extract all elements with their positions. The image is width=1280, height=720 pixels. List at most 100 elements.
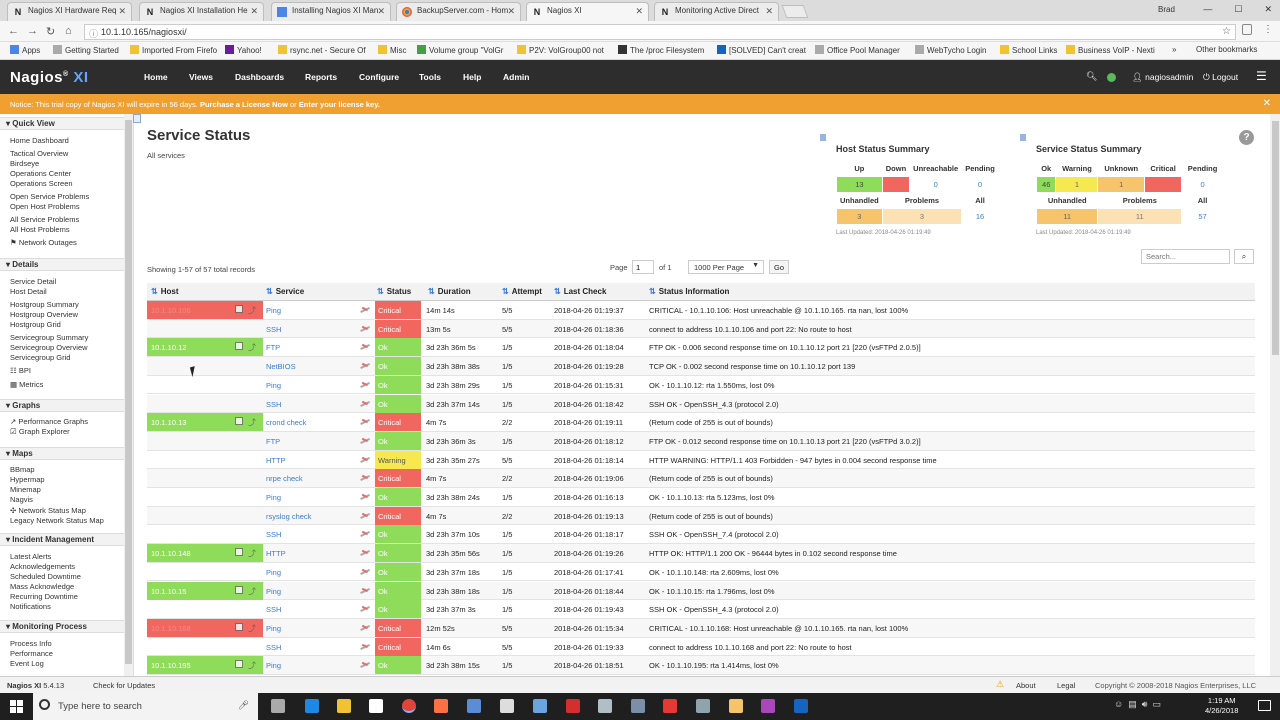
column-header-attempt[interactable]: ⇅ Attempt — [502, 287, 542, 296]
close-window-icon[interactable]: ✕ — [1264, 4, 1272, 14]
host-graph-icon[interactable]: ⤴ — [248, 342, 256, 352]
sidebar-item-hostgroup-overview[interactable]: Hostgroup Overview — [10, 310, 78, 319]
host-down-count[interactable]: 3 — [881, 176, 911, 193]
sidebar-section-quick-view[interactable]: Quick View — [0, 117, 124, 130]
host-cell[interactable]: 10.1.10.12 ⤴ — [147, 338, 263, 357]
host-cell[interactable]: 10.1.10.148 ⤴ — [147, 544, 263, 563]
service-link[interactable]: SSH — [266, 638, 374, 656]
app-icon[interactable] — [598, 699, 612, 713]
sidebar-item-home-dashboard[interactable]: Home Dashboard — [10, 136, 69, 145]
outlook-icon[interactable] — [794, 699, 808, 713]
logout-link[interactable]: ⏻ Logout — [1203, 72, 1238, 83]
sidebar-scroll-thumb[interactable] — [125, 120, 132, 664]
service-link[interactable]: SSH — [266, 525, 374, 543]
performance-graph-icon[interactable] — [360, 549, 370, 557]
sidebar-item-acknowledgements[interactable]: Acknowledgements — [10, 562, 75, 571]
service-link[interactable]: crond check — [266, 413, 374, 431]
host-graph-icon[interactable]: ⤴ — [248, 548, 256, 558]
performance-graph-icon[interactable] — [360, 325, 370, 333]
app-icon[interactable] — [467, 699, 481, 713]
svc-unhandled-count[interactable]: 11 — [1035, 208, 1099, 225]
browser-tab[interactable]: N Nagios XI Hardware Req ✕ — [7, 2, 132, 21]
host-unreachable-count[interactable]: 0 — [909, 176, 963, 193]
service-link[interactable]: Ping — [266, 656, 374, 674]
host-name[interactable]: 10.1.10.12 — [151, 343, 186, 352]
chrome-icon[interactable] — [402, 699, 416, 713]
sidebar-item-graph-explorer[interactable]: ☑ Graph Explorer — [10, 427, 70, 436]
host-name[interactable]: 10.1.10.13 — [151, 418, 186, 427]
sidebar-item-nagvis[interactable]: Nagvis — [10, 495, 33, 504]
host-detail-icon[interactable] — [235, 660, 243, 669]
service-link[interactable]: rsyslog check — [266, 507, 374, 525]
browser-tab[interactable]: N Monitoring Active Direct ✕ — [654, 2, 779, 21]
host-detail-icon[interactable] — [235, 548, 243, 557]
app-icon[interactable] — [533, 699, 547, 713]
bookmark-item[interactable]: Apps — [10, 45, 40, 55]
sort-icon[interactable]: ⇅ — [554, 287, 561, 296]
host-name[interactable]: 10.1.10.168 — [151, 624, 191, 633]
pdf-reader-icon[interactable] — [566, 699, 580, 713]
windows-start-icon[interactable] — [10, 700, 23, 713]
performance-graph-icon[interactable] — [360, 306, 370, 314]
sidebar-item-legacy-network-status-map[interactable]: Legacy Network Status Map — [10, 516, 104, 525]
host-up-count[interactable]: 13 — [836, 176, 883, 193]
app-icon[interactable] — [696, 699, 710, 713]
sidebar-section-details[interactable]: Details — [0, 258, 124, 271]
column-header-last-check[interactable]: ⇅ Last Check — [554, 287, 606, 296]
sidebar-item-latest-alerts[interactable]: Latest Alerts — [10, 552, 51, 561]
action-center-icon[interactable] — [1258, 700, 1271, 711]
performance-graph-icon[interactable] — [360, 474, 370, 482]
host-problems-count[interactable]: 3 — [881, 208, 963, 225]
nav-dashboards[interactable]: Dashboards — [235, 72, 284, 82]
back-icon[interactable]: ← — [8, 25, 19, 37]
browser-menu-icon[interactable]: ⋮ — [1263, 24, 1273, 35]
column-header-status[interactable]: ⇅ Status — [377, 287, 411, 296]
purchase-license-link[interactable]: Purchase a License Now — [200, 100, 288, 109]
sidebar-item-performance[interactable]: Performance — [10, 649, 53, 658]
host-cell[interactable]: 10.1.10.168 ⤴ — [147, 618, 263, 637]
sort-icon[interactable]: ⇅ — [266, 287, 273, 296]
bookmark-item[interactable]: Office Pool Manager — [815, 45, 900, 55]
svc-pending-count[interactable]: 0 — [1181, 176, 1224, 193]
performance-graph-icon[interactable] — [360, 437, 370, 445]
bookmark-item[interactable]: WebTycho Login — [915, 45, 986, 55]
close-tab-icon[interactable]: ✕ — [635, 6, 643, 17]
app-icon[interactable] — [761, 699, 775, 713]
sidebar-item-minemap[interactable]: Minemap — [10, 485, 41, 494]
sidebar-item-service-detail[interactable]: Service Detail — [10, 277, 56, 286]
sidebar-item-all-host-problems[interactable]: All Host Problems — [10, 225, 70, 234]
host-cell[interactable]: 10.1.10.106 ⤴ — [147, 301, 263, 319]
sidebar-item-operations-screen[interactable]: Operations Screen — [10, 179, 73, 188]
performance-graph-icon[interactable] — [360, 605, 370, 613]
file-explorer-icon[interactable] — [337, 699, 351, 713]
service-link[interactable]: Ping — [266, 563, 374, 581]
service-link[interactable]: SSH — [266, 600, 374, 618]
service-link[interactable]: Ping — [266, 582, 374, 600]
reload-icon[interactable]: ↻ — [46, 25, 55, 38]
app-icon[interactable] — [729, 699, 743, 713]
more-bookmarks-button[interactable]: » — [1172, 45, 1176, 54]
sidebar-item-all-service-problems[interactable]: All Service Problems — [10, 215, 79, 224]
close-tab-icon[interactable]: ✕ — [250, 6, 258, 17]
sort-icon[interactable]: ⇅ — [151, 287, 158, 296]
close-tab-icon[interactable]: ✕ — [118, 6, 126, 17]
sidebar-item-metrics[interactable]: ▦ Metrics — [10, 380, 43, 389]
microphone-icon[interactable]: 🎤︎ — [238, 700, 249, 711]
svc-unknown-count[interactable]: 1 — [1097, 176, 1146, 193]
host-name[interactable]: 10.1.10.15 — [151, 587, 186, 596]
system-status-icon[interactable] — [1107, 73, 1116, 82]
service-link[interactable]: HTTP — [266, 544, 374, 562]
host-graph-icon[interactable]: ⤴ — [248, 417, 256, 427]
sidebar-item-recurring-downtime[interactable]: Recurring Downtime — [10, 592, 78, 601]
close-notice-icon[interactable]: ✕ — [1263, 98, 1271, 109]
host-detail-icon[interactable] — [235, 585, 243, 594]
home-icon[interactable]: ⌂ — [65, 25, 72, 37]
host-unhandled-count[interactable]: 3 — [836, 208, 883, 225]
nav-admin[interactable]: Admin — [503, 72, 529, 82]
sort-icon[interactable]: ⇅ — [649, 287, 656, 296]
bookmark-item[interactable]: Imported From Firefo — [130, 45, 217, 55]
sidebar-section-graphs[interactable]: Graphs — [0, 399, 124, 412]
hamburger-icon[interactable]: ☰ — [1256, 69, 1267, 83]
close-tab-icon[interactable]: ✕ — [507, 6, 515, 17]
nav-home[interactable]: Home — [144, 72, 168, 82]
